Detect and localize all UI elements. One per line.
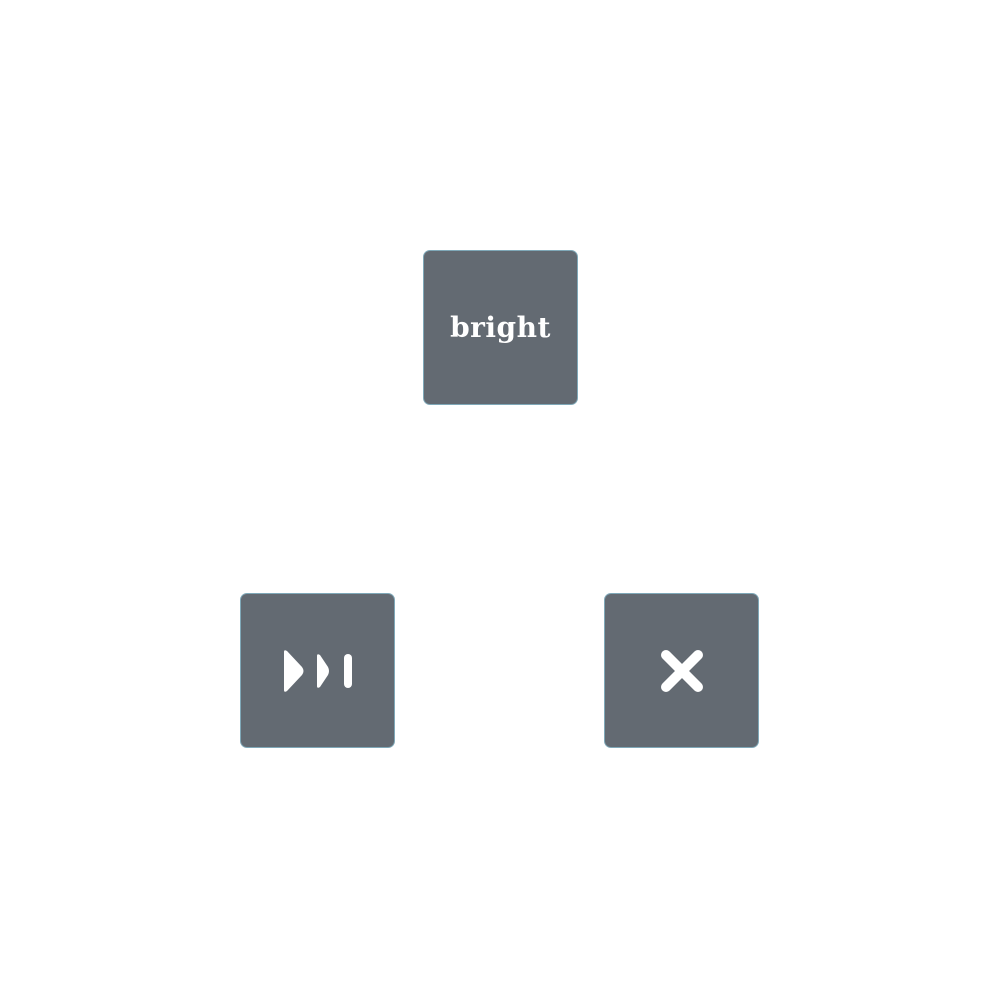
bright-key[interactable]: bright [423, 250, 578, 405]
bright-key-label: bright [450, 311, 551, 344]
keypad: bright [0, 0, 1000, 1000]
close-key[interactable] [604, 593, 759, 748]
close-icon [659, 648, 705, 694]
skip-forward-key[interactable] [240, 593, 395, 748]
skip-forward-icon [282, 649, 354, 693]
